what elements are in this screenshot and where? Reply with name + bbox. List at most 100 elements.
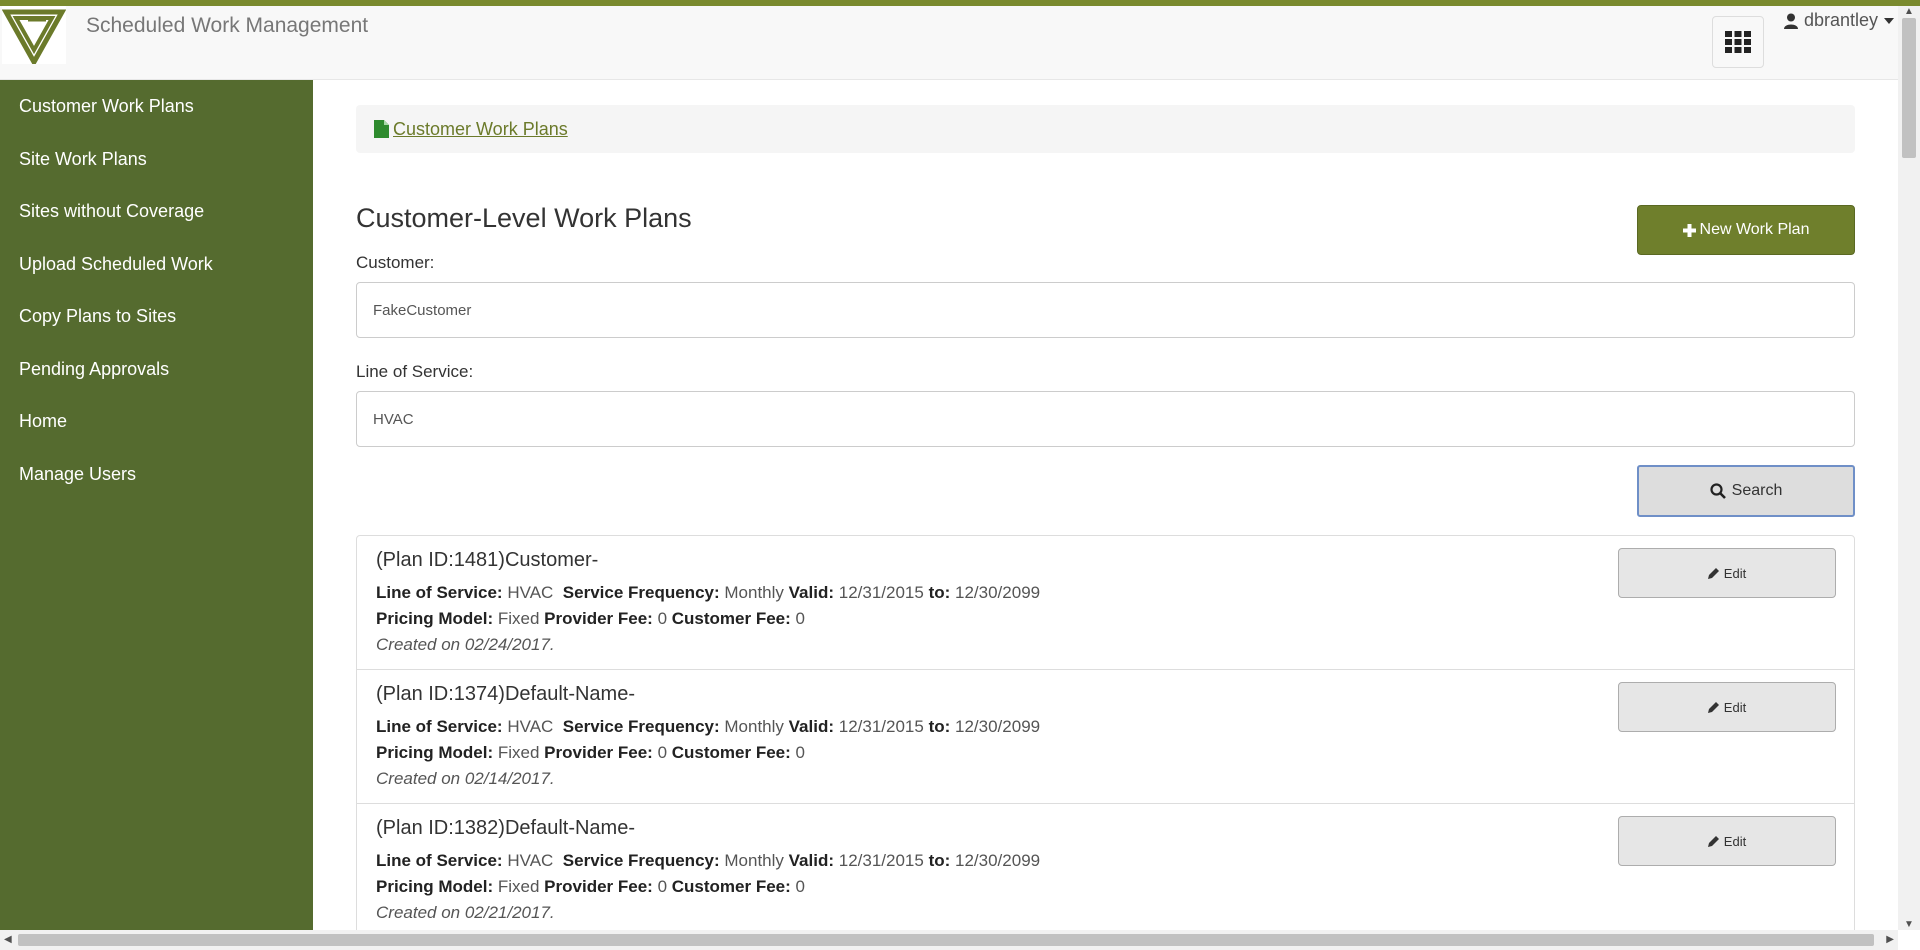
provider-fee-value: 0: [657, 609, 668, 628]
plan-pricing-line: Pricing Model: Fixed Provider Fee: 0 Cus…: [376, 606, 1835, 632]
search-label: Search: [1731, 482, 1783, 499]
username: dbrantley: [1804, 10, 1879, 30]
sidebar-item-customer-work-plans[interactable]: Customer Work Plans: [0, 80, 313, 133]
service-frequency-key: Service Frequency:: [562, 583, 720, 602]
pricing-model-key: Pricing Model:: [376, 609, 494, 628]
vertical-scroll-thumb[interactable]: [1902, 18, 1916, 158]
valid-to-key: to:: [928, 583, 951, 602]
provider-fee-value: 0: [657, 877, 668, 896]
edit-label: Edit: [1723, 833, 1747, 849]
valid-to-key: to:: [928, 717, 951, 736]
line-of-service-field[interactable]: [356, 391, 1855, 447]
user-menu[interactable]: dbrantley: [1784, 10, 1895, 31]
valid-key: Valid:: [788, 851, 834, 870]
customer-fee-key: Customer Fee:: [671, 743, 791, 762]
scroll-left-arrow-icon[interactable]: ◀: [4, 934, 12, 945]
main-content: Customer Work Plans Customer-Level Work …: [313, 80, 1898, 930]
line-of-service-label: Line of Service:: [356, 362, 474, 381]
pricing-model-value: Fixed: [497, 609, 540, 628]
breadcrumb-link-customer-work-plans[interactable]: Customer Work Plans: [393, 119, 568, 140]
line-of-service-key: Line of Service:: [376, 717, 503, 736]
provider-fee-key: Provider Fee:: [544, 877, 653, 896]
plan-created-date: Created on 02/24/2017.: [376, 635, 555, 654]
service-frequency-value: Monthly: [724, 583, 784, 602]
page-title: Customer-Level Work Plans: [356, 203, 692, 233]
line-of-service-value: HVAC: [507, 851, 554, 870]
pencil-icon: [1707, 836, 1719, 847]
plan-service-line: Line of Service: HVAC Service Frequency:…: [376, 714, 1835, 740]
plan-card: (Plan ID:1481)Customer- Line of Service:…: [357, 536, 1854, 670]
horizontal-scrollbar[interactable]: ◀ ▶: [0, 930, 1898, 950]
pricing-model-value: Fixed: [497, 877, 540, 896]
line-of-service-value: HVAC: [507, 717, 554, 736]
plan-service-line: Line of Service: HVAC Service Frequency:…: [376, 848, 1835, 874]
sidebar-item-pending-approvals[interactable]: Pending Approvals: [0, 343, 313, 396]
service-frequency-value: Monthly: [724, 717, 784, 736]
valid-from-value: 12/31/2015: [838, 583, 924, 602]
scroll-up-arrow-icon[interactable]: ▲: [1904, 6, 1914, 17]
valid-to-value: 12/30/2099: [955, 583, 1041, 602]
scroll-right-arrow-icon[interactable]: ▶: [1886, 934, 1894, 945]
customer-label: Customer:: [356, 253, 435, 272]
breadcrumb: Customer Work Plans: [356, 105, 1855, 153]
provider-fee-key: Provider Fee:: [544, 743, 653, 762]
customer-field[interactable]: [356, 282, 1855, 338]
search-icon: [1710, 483, 1726, 499]
service-frequency-key: Service Frequency:: [562, 717, 720, 736]
sidebar-item-copy-plans-to-sites[interactable]: Copy Plans to Sites: [0, 290, 313, 343]
scroll-down-arrow-icon[interactable]: ▼: [1904, 919, 1914, 930]
edit-button[interactable]: Edit: [1618, 548, 1836, 598]
plan-created-date: Created on 02/21/2017.: [376, 903, 555, 922]
plan-title: (Plan ID:1382)Default-Name-: [376, 817, 635, 839]
customer-fee-value: 0: [795, 609, 805, 628]
plan-card: (Plan ID:1374)Default-Name- Line of Serv…: [357, 670, 1854, 804]
edit-button[interactable]: Edit: [1618, 816, 1836, 866]
valid-to-key: to:: [928, 851, 951, 870]
valid-key: Valid:: [788, 717, 834, 736]
valid-from-value: 12/31/2015: [838, 851, 924, 870]
grid-icon: [1725, 31, 1751, 53]
sidebar-item-sites-without-coverage[interactable]: Sites without Coverage: [0, 185, 313, 238]
sidebar-item-home[interactable]: Home: [0, 395, 313, 448]
search-button[interactable]: Search: [1637, 465, 1855, 517]
edit-label: Edit: [1723, 699, 1747, 715]
plan-title: (Plan ID:1374)Default-Name-: [376, 683, 635, 705]
pricing-model-key: Pricing Model:: [376, 743, 494, 762]
apps-grid-button[interactable]: [1712, 16, 1764, 68]
header: Scheduled Work Management dbrantley: [0, 6, 1898, 80]
user-icon: [1784, 13, 1798, 29]
line-of-service-value: HVAC: [507, 583, 554, 602]
valid-to-value: 12/30/2099: [955, 717, 1041, 736]
file-icon: [374, 120, 389, 138]
sidebar-item-upload-scheduled-work[interactable]: Upload Scheduled Work: [0, 238, 313, 291]
plan-title: (Plan ID:1481)Customer-: [376, 549, 599, 571]
sidebar-item-manage-users[interactable]: Manage Users: [0, 448, 313, 501]
pencil-icon: [1707, 568, 1719, 579]
caret-down-icon: [1884, 17, 1895, 24]
horizontal-scroll-thumb[interactable]: [18, 934, 1874, 946]
service-frequency-key: Service Frequency:: [562, 851, 720, 870]
pricing-model-key: Pricing Model:: [376, 877, 494, 896]
plus-icon: [1682, 223, 1696, 237]
logo[interactable]: [1, 6, 67, 68]
line-of-service-key: Line of Service:: [376, 851, 503, 870]
new-work-plan-button[interactable]: New Work Plan: [1637, 205, 1855, 255]
sidebar-item-site-work-plans[interactable]: Site Work Plans: [0, 133, 313, 186]
plan-list: (Plan ID:1481)Customer- Line of Service:…: [356, 535, 1855, 930]
edit-label: Edit: [1723, 565, 1747, 581]
plan-service-line: Line of Service: HVAC Service Frequency:…: [376, 580, 1835, 606]
customer-fee-value: 0: [795, 743, 805, 762]
customer-fee-key: Customer Fee:: [671, 609, 791, 628]
plan-card: (Plan ID:1382)Default-Name- Line of Serv…: [357, 804, 1854, 930]
pencil-icon: [1707, 702, 1719, 713]
valid-key: Valid:: [788, 583, 834, 602]
valid-to-value: 12/30/2099: [955, 851, 1041, 870]
edit-button[interactable]: Edit: [1618, 682, 1836, 732]
service-frequency-value: Monthly: [724, 851, 784, 870]
vertical-scrollbar[interactable]: ▲ ▼: [1898, 6, 1920, 930]
new-work-plan-label: New Work Plan: [1699, 221, 1810, 238]
valid-from-value: 12/31/2015: [838, 717, 924, 736]
pricing-model-value: Fixed: [497, 743, 540, 762]
customer-fee-key: Customer Fee:: [671, 877, 791, 896]
plan-pricing-line: Pricing Model: Fixed Provider Fee: 0 Cus…: [376, 874, 1835, 900]
